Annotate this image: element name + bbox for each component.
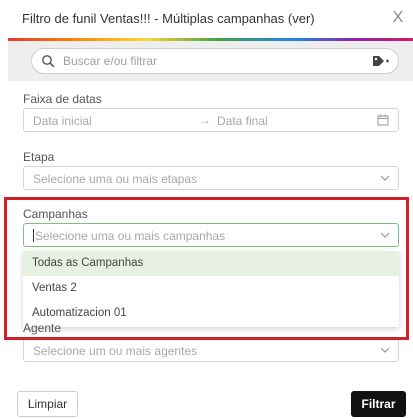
- clear-button[interactable]: Limpiar: [17, 391, 78, 417]
- filter-button[interactable]: Filtrar: [351, 391, 406, 417]
- date-range-label: Faixa de datas: [23, 92, 102, 106]
- start-date-input[interactable]: Data inicial: [33, 114, 92, 128]
- end-date-input[interactable]: Data final: [217, 114, 268, 128]
- stage-select[interactable]: Selecione uma ou mais etapas: [23, 166, 399, 190]
- agent-label: Agente: [23, 321, 62, 335]
- chevron-down-icon: [380, 175, 390, 181]
- stage-placeholder: Selecione uma ou mais etapas: [33, 172, 198, 186]
- dropdown-option[interactable]: Ventas 2: [23, 276, 399, 301]
- agent-select[interactable]: Selecione um ou mais agentes: [23, 338, 399, 362]
- date-range-field[interactable]: Data inicial → Data final: [23, 108, 399, 132]
- tag-plus-icon[interactable]: [371, 53, 389, 69]
- dropdown-option[interactable]: Todas as Campanhas: [23, 251, 399, 276]
- text-caret: [33, 229, 34, 242]
- stage-label: Etapa: [23, 150, 55, 164]
- campaigns-dropdown: Todas as Campanhas Ventas 2 Automatizaci…: [23, 250, 399, 327]
- chevron-down-icon: [380, 347, 390, 353]
- modal-title: Filtro de funil Ventas!!! - Múltiplas ca…: [22, 11, 315, 26]
- search-input[interactable]: Buscar e/ou filtrar: [31, 48, 399, 74]
- search-bar: Buscar e/ou filtrar: [8, 41, 413, 81]
- dropdown-option[interactable]: Automatizacion 01: [23, 301, 399, 326]
- chevron-down-icon: [380, 232, 390, 238]
- close-icon[interactable]: X: [387, 7, 409, 29]
- campaigns-select[interactable]: Selecione uma ou mais campanhas: [23, 223, 399, 247]
- campaigns-label: Campanhas: [23, 207, 88, 221]
- agent-placeholder: Selecione um ou mais agentes: [33, 344, 198, 358]
- campaigns-placeholder: Selecione uma ou mais campanhas: [35, 229, 226, 243]
- search-placeholder: Buscar e/ou filtrar: [63, 54, 158, 68]
- modal-header: Filtro de funil Ventas!!! - Múltiplas ca…: [0, 0, 413, 38]
- search-icon: [42, 55, 55, 68]
- calendar-icon[interactable]: [377, 114, 389, 126]
- arrow-right-icon: →: [199, 113, 211, 127]
